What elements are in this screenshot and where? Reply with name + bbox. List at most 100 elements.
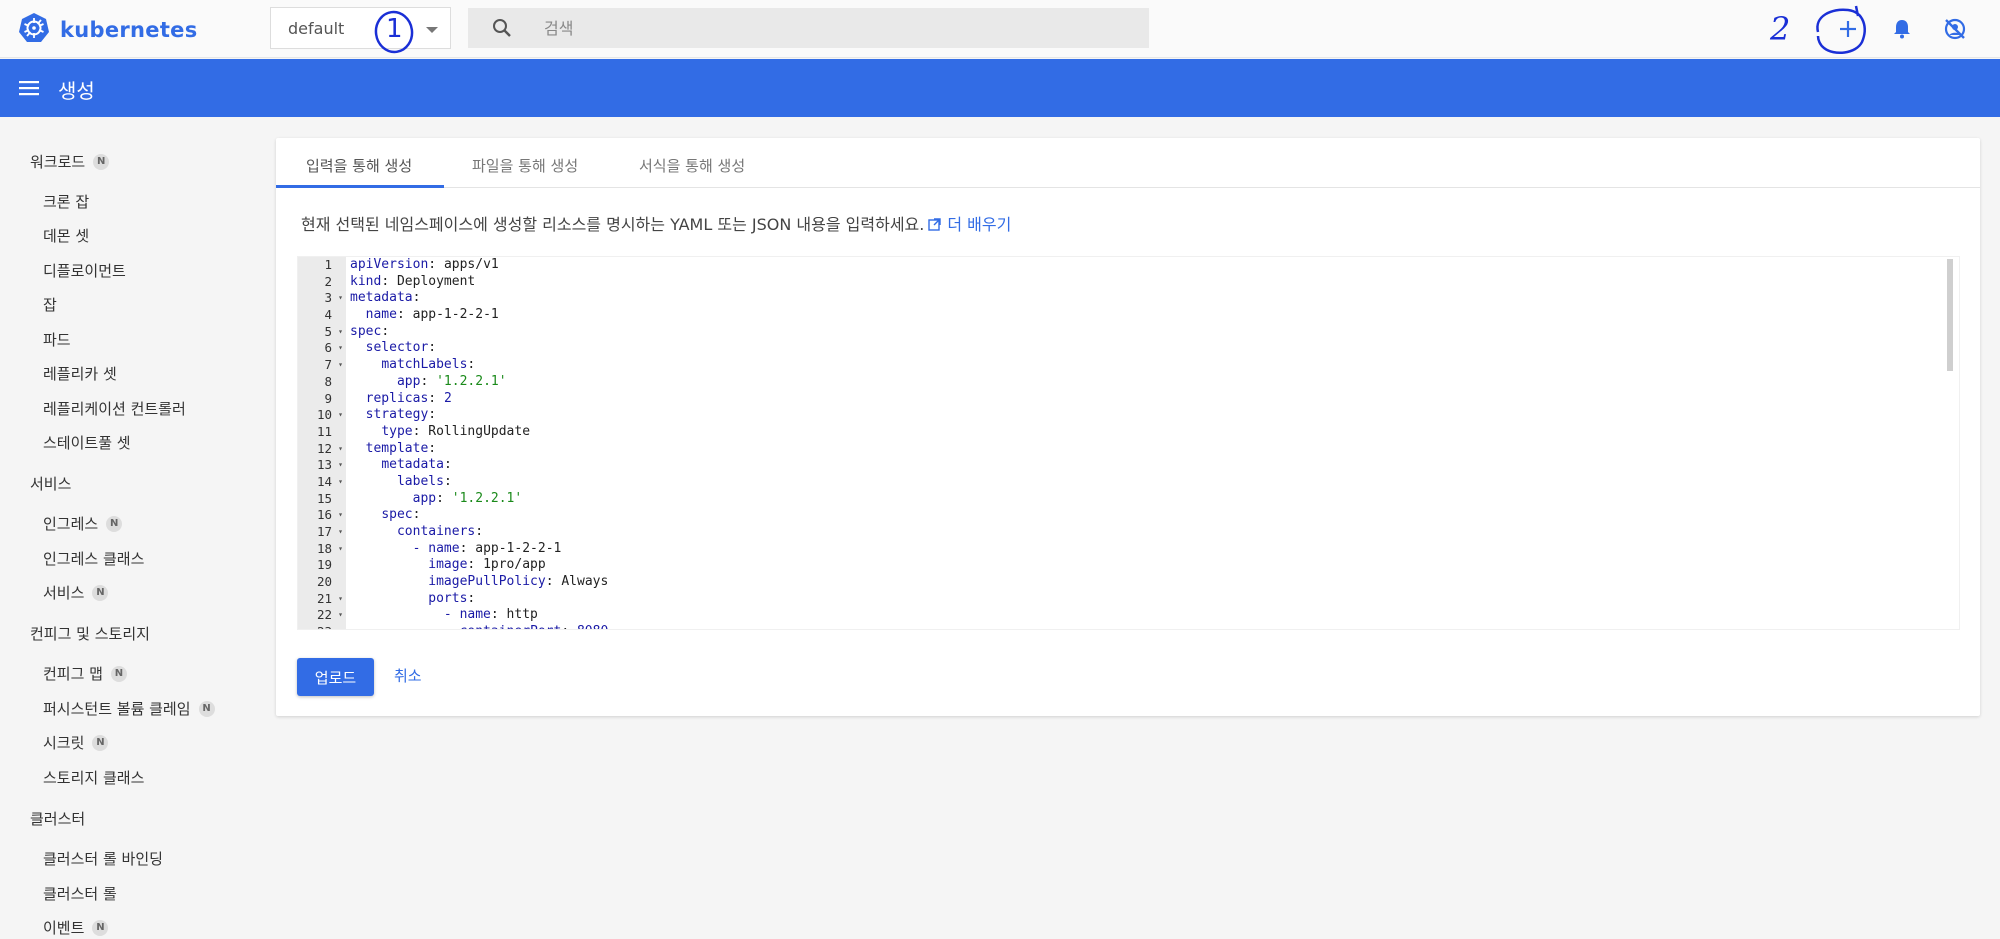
search-input[interactable]: [544, 8, 1124, 48]
code-line: ports:: [428, 590, 476, 606]
sidebar-item-pods[interactable]: 파드: [43, 329, 71, 350]
hamburger-menu-icon[interactable]: [18, 77, 40, 103]
upload-button[interactable]: 업로드: [297, 658, 374, 696]
line-number: 7 ▾: [324, 357, 343, 374]
sidebar-item-replicationcontrollers[interactable]: 레플리케이션 컨트롤러: [43, 398, 186, 419]
code-content[interactable]: apiVersion: apps/v1 kind: Deployment metad…: [350, 257, 1910, 629]
tab-create-from-input[interactable]: 입력을 통해 생성: [306, 155, 412, 176]
fold-arrow-icon[interactable]: ▾: [338, 591, 343, 608]
app-logo[interactable]: kubernetes: [18, 12, 198, 48]
new-badge: N: [92, 919, 109, 936]
line-number: 18 ▾: [316, 540, 343, 558]
sidebar-item-configmaps[interactable]: 컨피그 맵N: [43, 663, 127, 684]
fold-arrow-icon[interactable]: ▾: [338, 507, 343, 524]
editor-scrollbar[interactable]: [1947, 259, 1953, 371]
cancel-button[interactable]: 취소: [394, 665, 422, 686]
sidebar-item-pvcs[interactable]: 퍼시스턴트 볼륨 클레임 N: [43, 698, 215, 719]
learn-more-link[interactable]: 더 배우기: [947, 215, 1011, 234]
fold-arrow-icon[interactable]: ▾: [338, 407, 343, 424]
sidebar-item-clusterroles[interactable]: 클러스터 롤: [43, 883, 117, 904]
sidebar-item-ingresses[interactable]: 인그레스 N: [43, 513, 123, 534]
annotation-label-2: 2: [1770, 10, 1791, 48]
code-line: type: RollingUpdate: [381, 423, 531, 439]
code-line: spec:: [381, 507, 421, 523]
sidebar-group-workloads[interactable]: 워크로드 N: [30, 151, 110, 172]
sidebar-item-deployments[interactable]: 디플로이먼트: [43, 260, 126, 281]
code-line: containers:: [396, 524, 484, 539]
line-number: 19: [316, 557, 332, 573]
sidebar-item-secrets[interactable]: 시크릿 N: [43, 732, 109, 753]
fold-arrow-icon[interactable]: ▾: [338, 474, 343, 491]
line-number: 13 ▾: [316, 457, 343, 474]
sidebar-item-ingressclasses[interactable]: 인그레스 클래스: [43, 548, 144, 569]
code-line: kind: Deployment: [350, 273, 476, 289]
description: 현재 선택된 네임스페이스에 생성할 리소스를 명시하는 YAML 또는 JSO…: [301, 215, 1012, 234]
create-card: 입력을 통해 생성 파일을 통해 생성 서식을 통해 생성 현재 선택된 네임스…: [276, 138, 1980, 716]
sidebar: 워크로드 N 크론 잡 데몬 셋 디플로이먼트 잡 파드 레플리카 셋 레플리케이…: [0, 117, 260, 939]
annotation-label-1: 1: [386, 14, 403, 44]
sidebar-item-events[interactable]: 이벤트 N: [43, 917, 109, 938]
page-title: 생성: [58, 79, 95, 103]
line-number: 17 ▾: [316, 524, 343, 541]
tab-create-from-file[interactable]: 파일을 통해 생성: [472, 155, 578, 176]
line-number: 10 ▾: [316, 407, 343, 424]
fold-arrow-icon[interactable]: ▾: [338, 524, 343, 541]
sidebar-item-statefulsets[interactable]: 스테이트풀 셋: [43, 432, 131, 453]
sidebar-group-services[interactable]: 서비스: [30, 473, 71, 494]
annotation-circle-2: [1816, 5, 1866, 55]
code-line: containerPort: 8080: [350, 624, 1910, 629]
fold-arrow-icon[interactable]: ▾: [338, 357, 343, 374]
tab-create-from-form[interactable]: 서식을 통해 생성: [639, 155, 745, 176]
kubernetes-wheel-icon: [18, 12, 50, 48]
bell-icon[interactable]: [1887, 14, 1917, 44]
fold-arrow-icon[interactable]: ▾: [338, 541, 343, 558]
active-tab-indicator: [276, 185, 444, 188]
code-line: replicas: 2: [365, 390, 452, 406]
line-number: 1: [324, 257, 332, 272]
code-line: app: '1.2.2.1': [412, 490, 523, 506]
line-number: 20: [316, 574, 332, 590]
search-icon: [492, 18, 512, 42]
code-line: - name: http: [443, 607, 538, 623]
sidebar-item-clusterrolebindings[interactable]: 클러스터 롤 바인딩: [43, 848, 163, 869]
fold-arrow-icon[interactable]: ▾: [338, 290, 343, 307]
sidebar-item-replicasets[interactable]: 레플리카 셋: [43, 363, 117, 384]
code-line: app: '1.2.2.1': [396, 373, 507, 389]
namespace-select[interactable]: default: [270, 7, 451, 49]
line-number: 16 ▾: [316, 507, 343, 524]
line-number: 8: [324, 373, 332, 389]
line-number: 5 ▾: [324, 323, 343, 341]
code-line: selector:: [365, 340, 437, 356]
sidebar-item-services[interactable]: 서비스 N: [43, 582, 109, 603]
yaml-editor[interactable]: 1 2 3 ▾ 4 5 ▾ 6 ▾ 7 ▾ 8 9 10 ▾ 11 12 ▾ 13 ▾ 14 ▾ 15 16 ▾ 17 ▾ 18 ▾ 19…: [297, 256, 1960, 630]
line-number: 4: [324, 307, 332, 323]
fold-arrow-icon[interactable]: ▾: [338, 441, 343, 458]
code-line: strategy:: [365, 407, 437, 423]
code-line: spec:: [350, 323, 390, 339]
line-number: 2: [324, 273, 332, 289]
line-numbers: 1 2 3 ▾ 4 5 ▾ 6 ▾ 7 ▾ 8 9 10 ▾ 11 12 ▾ 13 ▾ 14 ▾ 15 16 ▾ 17 ▾ 18 ▾ 19…: [298, 257, 346, 629]
fold-arrow-icon[interactable]: ▾: [338, 457, 343, 474]
new-badge: N: [93, 153, 110, 170]
new-badge: N: [106, 515, 123, 532]
search-bar[interactable]: [468, 8, 1149, 48]
line-number: 21 ▾: [316, 590, 343, 608]
code-line: template:: [365, 440, 437, 456]
sidebar-item-daemonsets[interactable]: 데몬 셋: [43, 225, 89, 246]
account-off-icon[interactable]: [1940, 14, 1970, 44]
sidebar-group-cluster[interactable]: 클러스터: [30, 808, 85, 829]
new-badge: N: [92, 734, 109, 751]
sidebar-group-config-storage[interactable]: 컨피그 및 스토리지: [30, 623, 150, 644]
line-number: 3 ▾: [324, 290, 343, 307]
new-badge: N: [198, 700, 215, 717]
fold-arrow-icon[interactable]: ▾: [338, 340, 343, 357]
sidebar-item-jobs[interactable]: 잡: [43, 294, 57, 315]
fold-arrow-icon[interactable]: ▾: [338, 324, 343, 341]
sidebar-item-storageclasses[interactable]: 스토리지 클래스: [43, 767, 144, 788]
fold-arrow-icon[interactable]: ▾: [338, 607, 343, 624]
code-line: labels:: [396, 473, 452, 489]
code-line: apiVersion: apps/v1: [350, 257, 499, 272]
sidebar-item-cronjobs[interactable]: 크론 잡: [43, 191, 89, 212]
code-line: image: 1pro/app: [428, 557, 546, 573]
create-tabs: 입력을 통해 생성 파일을 통해 생성 서식을 통해 생성: [276, 138, 1980, 188]
